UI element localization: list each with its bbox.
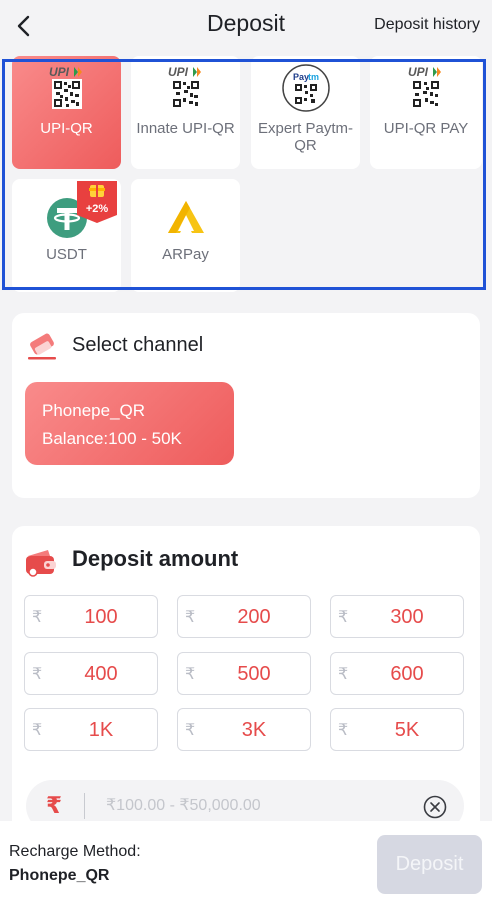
channel-name: Phonepe_QR [42,401,146,420]
rupee-icon: ₹ [185,609,196,626]
channel-balance: Balance:100 - 50K [42,429,182,448]
upi-qr-icon: UPI [406,64,446,112]
amount-preset-100[interactable]: ₹ 100 [24,595,158,638]
amount-preset-3k[interactable]: ₹ 3K [177,708,311,751]
method-usdt[interactable]: +2% USDT [12,179,121,292]
method-expert-paytm-qr[interactable]: Pay tm Expert Paytm-QR [251,56,360,169]
amount-input[interactable] [106,788,406,824]
select-channel-title: Select channel [72,334,204,356]
rupee-icon: ₹ [338,722,349,739]
deposit-amount-title: Deposit amount [72,546,239,571]
amount-value: 500 [237,663,271,685]
amount-preset-400[interactable]: ₹ 400 [24,652,158,695]
amount-preset-600[interactable]: ₹ 600 [330,652,464,695]
deposit-history-link[interactable]: Deposit history [374,16,480,34]
rupee-icon: ₹ [32,666,43,683]
method-label: USDT [46,246,87,263]
amount-preset-300[interactable]: ₹ 300 [330,595,464,638]
upi-qr-icon: UPI [166,64,206,112]
channel-card: Select channel Phonepe_QR Balance:100 - … [12,313,480,498]
amount-value: 600 [390,663,424,685]
back-arrow-icon[interactable] [12,12,38,40]
amount-preset-200[interactable]: ₹ 200 [177,595,311,638]
method-label: UPI-QR [40,120,93,137]
amount-preset-5k[interactable]: ₹ 5K [330,708,464,751]
rupee-icon: ₹ [46,792,63,818]
header: Deposit Deposit history [0,0,492,52]
channel-option-phonepe-qr[interactable]: Phonepe_QR Balance:100 - 50K [25,382,234,465]
eraser-icon [25,331,59,363]
method-label: Innate UPI-QR [136,120,235,137]
amount-value: 3K [241,719,267,741]
arpay-logo-icon [164,197,208,237]
rupee-icon: ₹ [338,609,349,626]
method-upi-qr[interactable]: UPI UPI-QR [12,56,121,169]
recharge-method-label: Recharge Method: [9,843,141,860]
amount-value: 1K [88,719,114,741]
svg-text:Pay: Pay [293,72,309,82]
svg-text:UPI: UPI [408,65,429,79]
deposit-button[interactable]: Deposit [377,835,482,894]
method-innate-upi-qr[interactable]: UPI Innate UPI-QR [131,56,240,169]
svg-text:UPI: UPI [168,65,189,79]
amount-preset-1k[interactable]: ₹ 1K [24,708,158,751]
rupee-icon: ₹ [185,722,196,739]
bottom-bar: Recharge Method: Phonepe_QR Deposit [0,821,492,901]
method-label: Expert Paytm-QR [257,120,354,154]
rupee-icon: ₹ [185,666,196,683]
amount-value: 100 [84,606,118,628]
wallet-icon [24,546,58,578]
input-divider [84,793,85,819]
recharge-method-value: Phonepe_QR [9,867,110,884]
method-arpay[interactable]: ARPay [131,179,240,292]
amount-preset-500[interactable]: ₹ 500 [177,652,311,695]
upi-qr-icon: UPI [47,64,87,112]
svg-text:tm: tm [308,72,319,82]
bonus-badge: +2% [77,181,117,223]
method-upi-qr-pay[interactable]: UPI UPI-QR PAY [370,56,482,169]
rupee-icon: ₹ [338,666,349,683]
payment-method-grid: UPI UPI-QR UPI Innate UPI-QR Pay tm Expe… [0,52,492,302]
amount-value: 200 [237,606,271,628]
amount-value: 400 [84,663,118,685]
clear-icon[interactable] [423,795,447,819]
method-label: ARPay [162,246,209,263]
bonus-percent: +2% [85,203,109,215]
method-label: UPI-QR PAY [383,120,469,137]
svg-text:UPI: UPI [49,65,70,79]
rupee-icon: ₹ [32,609,43,626]
rupee-icon: ₹ [32,722,43,739]
paytm-qr-icon: Pay tm [281,64,330,112]
amount-value: 5K [394,719,420,741]
amount-value: 300 [390,606,424,628]
